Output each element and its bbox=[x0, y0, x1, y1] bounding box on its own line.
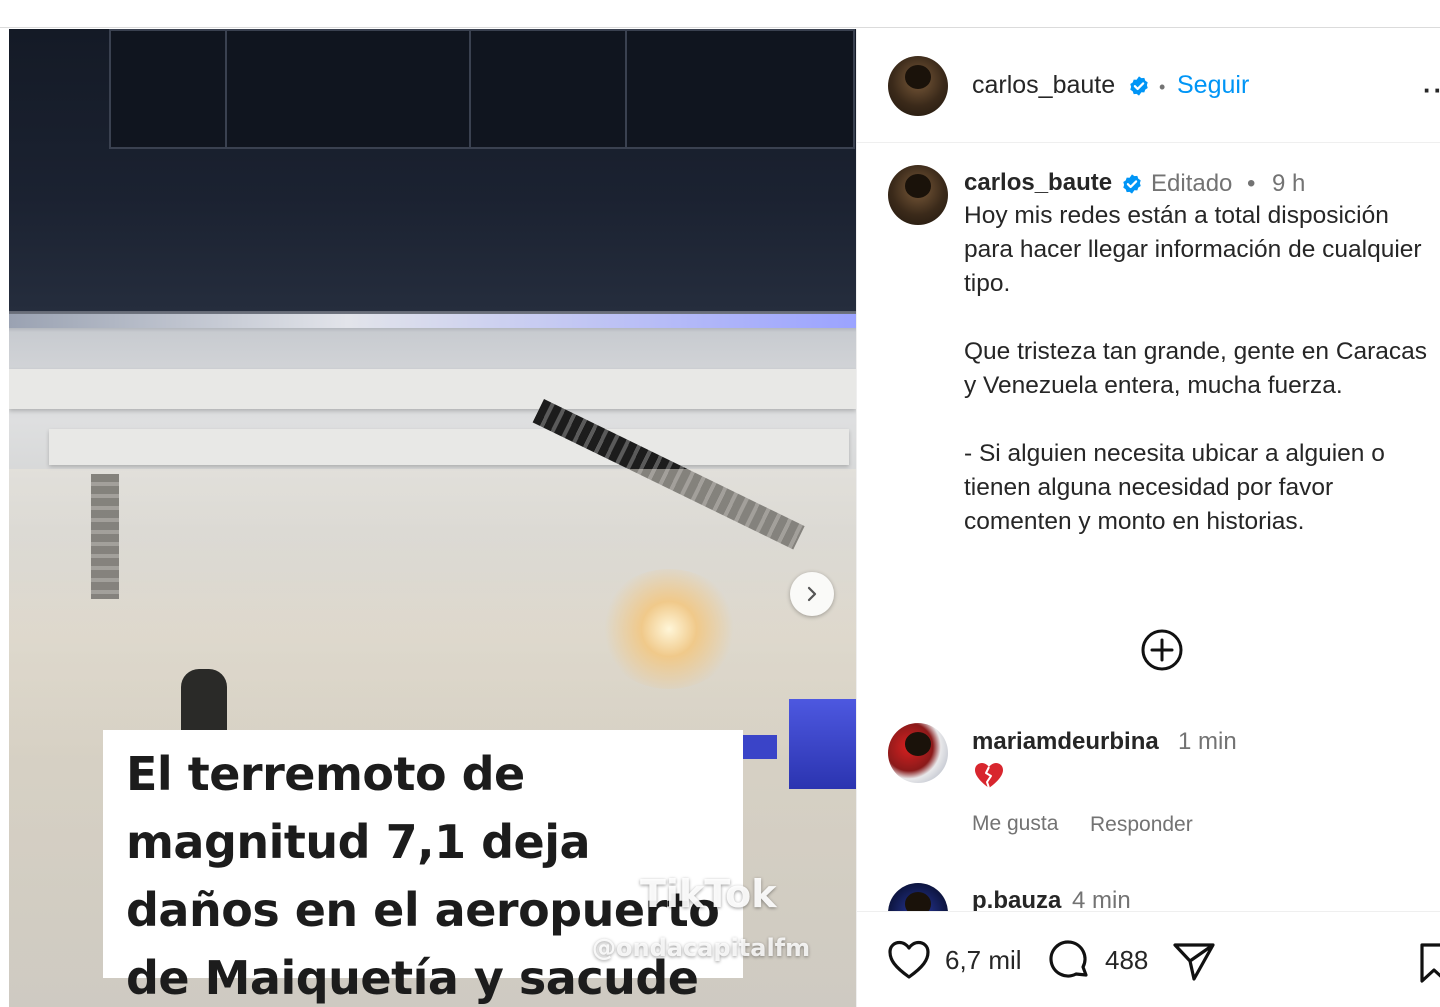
post-actions: 6,7 mil 488 bbox=[857, 911, 1440, 1007]
chevron-right-icon bbox=[807, 586, 817, 602]
comment-icon[interactable] bbox=[1048, 939, 1092, 983]
likes-count[interactable]: 6,7 mil bbox=[945, 945, 1022, 976]
media-light-glow bbox=[599, 569, 739, 689]
header-username[interactable]: carlos_baute bbox=[972, 71, 1115, 100]
send-icon[interactable] bbox=[1172, 941, 1216, 983]
verified-badge-icon bbox=[1130, 76, 1148, 96]
commenter-avatar[interactable] bbox=[888, 723, 948, 783]
media-light-bar bbox=[9, 314, 856, 328]
next-media-button[interactable] bbox=[790, 572, 834, 616]
media-beam bbox=[9, 369, 856, 409]
reply-comment-button[interactable]: Responder bbox=[1090, 813, 1193, 837]
like-comment-button[interactable]: Me gusta bbox=[972, 812, 1058, 836]
post-header: carlos_baute • Seguir ·· bbox=[857, 29, 1440, 143]
top-strip bbox=[0, 0, 1440, 28]
heart-icon[interactable] bbox=[887, 940, 931, 980]
post-panel: carlos_baute • Seguir ·· carlos_baute Ed… bbox=[856, 29, 1440, 1007]
comment-time: 4 min bbox=[1072, 887, 1131, 911]
post-username[interactable]: carlos_baute bbox=[964, 169, 1112, 197]
header-separator: • bbox=[1159, 77, 1166, 97]
media-ceiling-panel bbox=[225, 29, 475, 149]
media-ceiling-panel bbox=[625, 29, 855, 149]
comments-count[interactable]: 488 bbox=[1105, 945, 1148, 976]
bookmark-icon[interactable] bbox=[1419, 942, 1440, 984]
media-ceiling-panel bbox=[109, 29, 229, 149]
comment-username[interactable]: mariamdeurbina bbox=[972, 728, 1159, 756]
tiktok-handle: @ondacapitalfm bbox=[592, 934, 811, 962]
post-author-avatar[interactable] bbox=[888, 165, 948, 225]
plus-circle-icon[interactable] bbox=[1140, 628, 1184, 672]
media-ceiling-panel bbox=[469, 29, 629, 149]
follow-button[interactable]: Seguir bbox=[1177, 71, 1249, 100]
comment-time: 1 min bbox=[1178, 728, 1237, 755]
comment-2-clip: p.bauza 4 min bbox=[857, 869, 1440, 911]
post-caption-text: Hoy mis redes están a total disposición … bbox=[964, 202, 1428, 535]
author-avatar[interactable] bbox=[888, 56, 948, 116]
broken-heart-emoji bbox=[975, 763, 1003, 789]
media-beam bbox=[49, 429, 849, 465]
post-time[interactable]: 9 h bbox=[1272, 170, 1305, 198]
media-sign bbox=[789, 699, 856, 789]
edited-label: Editado bbox=[1151, 170, 1233, 197]
more-options-icon[interactable]: ·· bbox=[1423, 75, 1440, 106]
tiktok-watermark: TikTok bbox=[640, 872, 777, 916]
commenter-avatar[interactable] bbox=[888, 883, 948, 911]
meta-separator: • bbox=[1247, 170, 1256, 197]
comment-username[interactable]: p.bauza bbox=[972, 887, 1061, 911]
verified-badge-icon bbox=[1123, 174, 1141, 194]
